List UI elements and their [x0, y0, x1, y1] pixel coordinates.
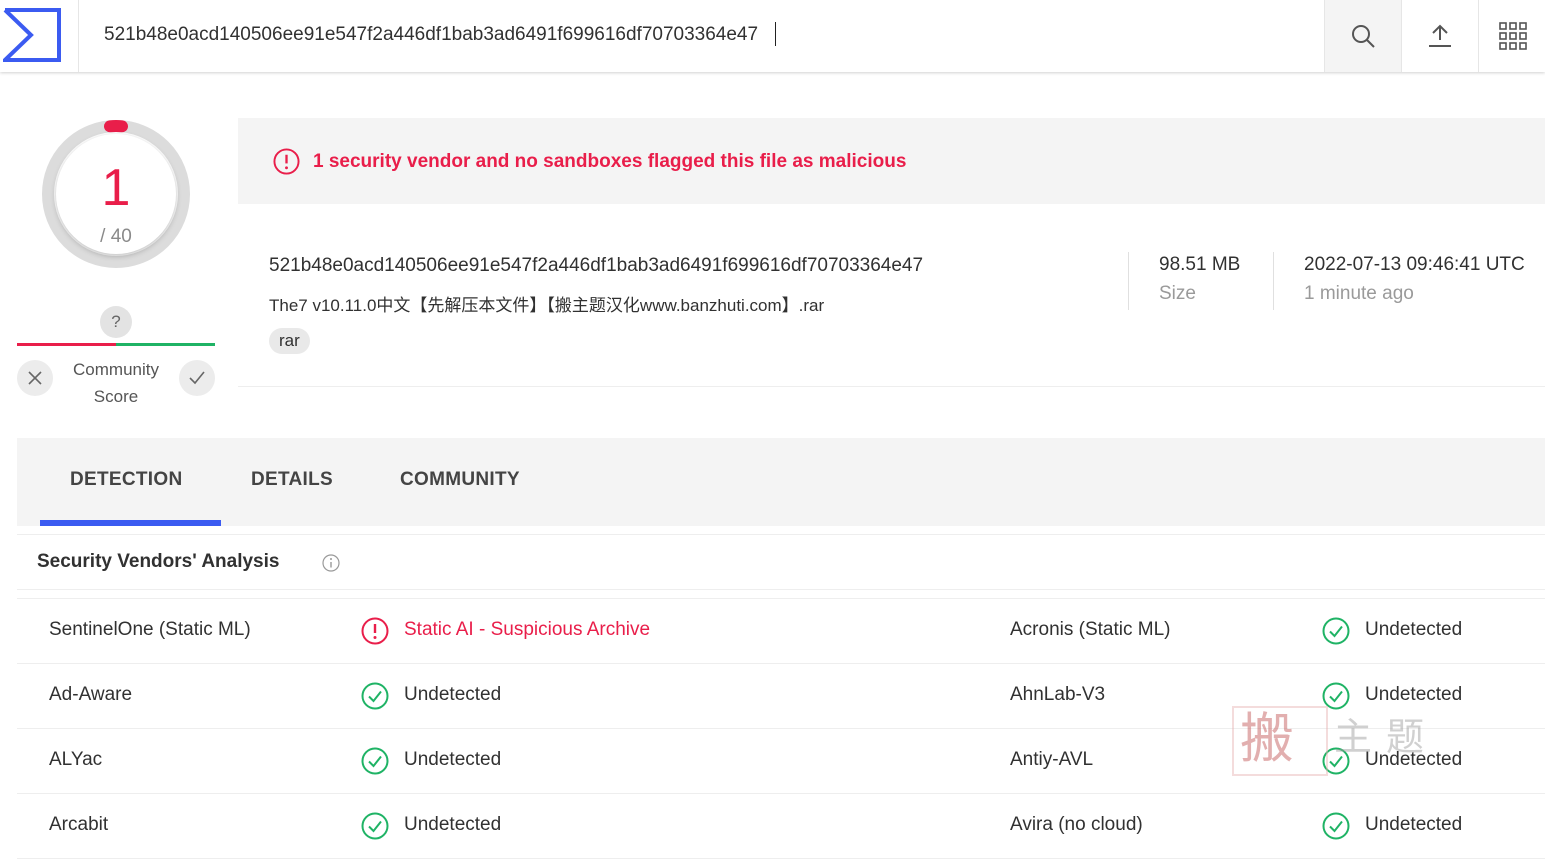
check-circle-icon [1322, 617, 1350, 645]
search-input[interactable] [104, 18, 1284, 52]
checkmark-icon [189, 371, 205, 385]
vendor-name: Ad-Aware [49, 684, 133, 705]
vendor-row: Arcabit Undetected Avira (no cloud) Undetec… [17, 794, 1545, 859]
alert-message: 1 security vendor and no sandboxes flagg… [313, 151, 907, 172]
check-circle-icon [361, 812, 389, 840]
detection-count: 1 [101, 159, 131, 217]
check-circle-icon [361, 682, 389, 710]
file-hash: 521b48e0acd140506ee91e547f2a446df1bab3ad… [269, 255, 924, 276]
file-size-label: Size [1159, 283, 1196, 304]
score-circle: 1 / 40 [56, 134, 176, 254]
active-tab-indicator [40, 520, 221, 526]
vendor-row: SentinelOne (Static ML) Static AI - Suspi… [17, 599, 1545, 664]
vendor-result: Undetected [404, 684, 502, 705]
grid-icon [1498, 22, 1527, 50]
file-info-panel: 521b48e0acd140506ee91e547f2a446df1bab3ad… [238, 204, 1545, 387]
analysis-date: 2022-07-13 09:46:41 UTC [1304, 254, 1525, 275]
search-button[interactable] [1324, 0, 1401, 72]
community-score-badge: ? [100, 306, 132, 338]
vendor-name: Arcabit [49, 814, 109, 835]
vendor-result: Undetected [1365, 619, 1463, 640]
upload-button[interactable] [1401, 0, 1478, 72]
tab-community[interactable]: COMMUNITY [400, 469, 520, 491]
community-score-label: Community Score [73, 360, 159, 406]
analysis-relative-time: 1 minute ago [1304, 283, 1414, 304]
tab-detection[interactable]: DETECTION [70, 469, 182, 491]
vendor-result: Undetected [1365, 684, 1463, 705]
vendor-name: ALYac [49, 749, 103, 770]
virustotal-logo[interactable] [0, 0, 79, 72]
detection-score-gauge: 1 / 40 [40, 118, 192, 270]
alert-icon [361, 617, 389, 645]
section-title: Security Vendors' Analysis [37, 551, 280, 572]
vendor-result: Undetected [404, 814, 502, 835]
search-bar [78, 0, 1323, 72]
community-score-bar [17, 343, 215, 346]
vendor-name: AhnLab-V3 [1010, 684, 1106, 705]
divider [1128, 252, 1129, 310]
vendor-name: SentinelOne (Static ML) [49, 619, 251, 640]
vendor-name: Avira (no cloud) [1010, 814, 1143, 835]
vote-harmless-button[interactable] [179, 360, 215, 396]
malicious-alert-banner: 1 security vendor and no sandboxes flagg… [238, 118, 1545, 204]
vendor-result: Undetected [1365, 814, 1463, 835]
check-circle-icon [1322, 812, 1350, 840]
vendor-result: Static AI - Suspicious Archive [404, 619, 651, 640]
top-bar [0, 0, 1545, 72]
search-icon [1352, 25, 1375, 48]
vendor-result: Undetected [404, 749, 502, 770]
vendors-section-header: Security Vendors' Analysis [17, 534, 1545, 590]
vendor-name: Antiy-AVL [1010, 749, 1094, 770]
vendor-name: Acronis (Static ML) [1010, 619, 1171, 640]
report-tabs: DETECTION DETAILS COMMUNITY [17, 438, 1545, 526]
tab-details[interactable]: DETAILS [251, 469, 333, 491]
divider [1273, 252, 1274, 310]
alert-icon [273, 148, 300, 175]
close-icon [28, 371, 42, 385]
vote-harmful-button[interactable] [17, 360, 53, 396]
info-icon[interactable] [322, 554, 340, 572]
file-name: The7 v10.11.0中文【先解压本文件】【搬主题汉化www.banzhut… [269, 296, 825, 315]
engine-total: / 40 [100, 226, 132, 247]
watermark-logo: 搬 主题 [1232, 704, 1462, 776]
apps-menu-button[interactable] [1478, 0, 1545, 72]
upload-icon [1429, 24, 1451, 47]
check-circle-icon [361, 747, 389, 775]
file-size-value: 98.51 MB [1159, 254, 1241, 275]
text-caret [775, 22, 776, 46]
file-type-tag[interactable]: rar [269, 328, 310, 354]
